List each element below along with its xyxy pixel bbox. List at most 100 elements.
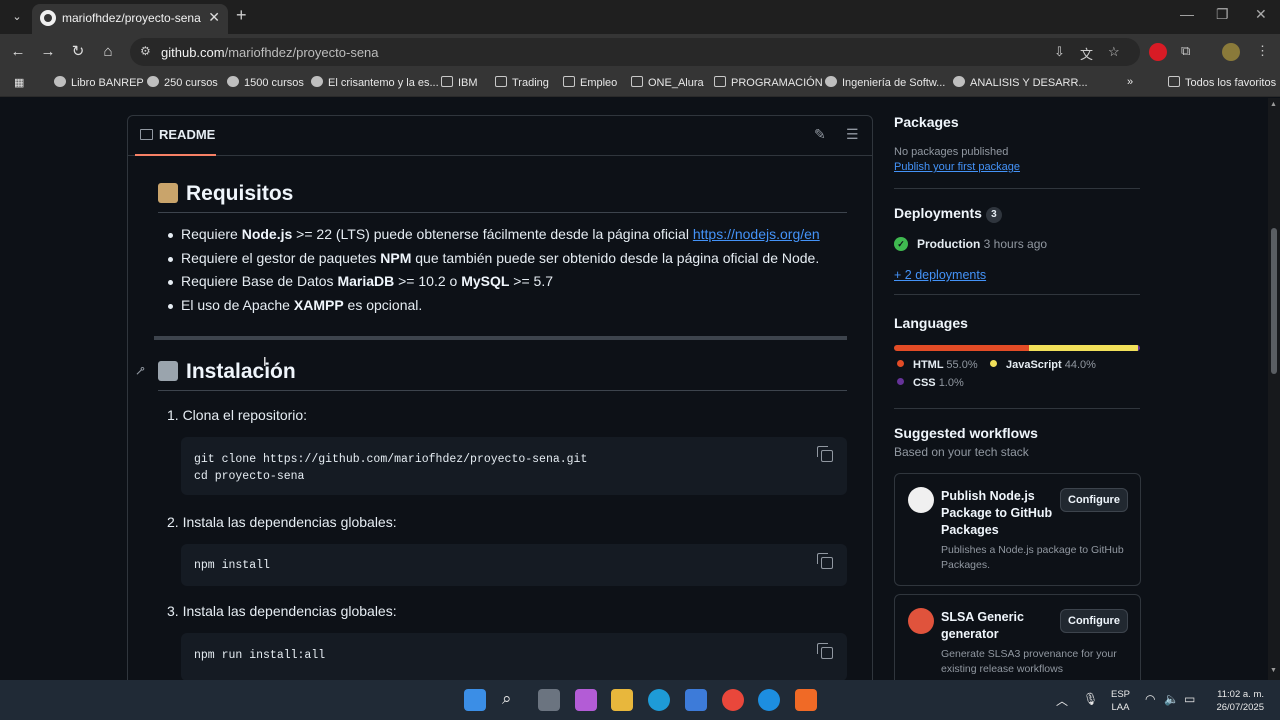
globe-icon [227,76,239,87]
readme-header: README ✎ ☰ [128,116,872,156]
language-javascript[interactable]: JavaScript 44.0% [990,359,1096,371]
workflow-description: Generate SLSA3 provenance for your exist… [941,648,1117,675]
sidebar-divider [894,408,1140,409]
globe-icon [311,76,323,87]
task-view-icon[interactable] [538,689,560,711]
workflow-card: Publish Node.js Package to GitHub Packag… [894,473,1141,586]
search-icon[interactable]: ⌕ [502,689,512,709]
reload-button[interactable]: ↻ [68,42,88,62]
all-bookmarks-folder[interactable]: Todos los favoritos [1168,76,1276,89]
configure-button[interactable]: Configure [1060,488,1128,512]
file-explorer-icon[interactable] [611,689,633,711]
profile-avatar[interactable] [1222,43,1240,61]
heading-divider [158,390,847,391]
deployments-title[interactable]: Deployments 3 [894,205,1002,223]
windows-start-icon[interactable] [464,689,486,711]
deployment-production[interactable]: Production 3 hours ago [917,237,1047,251]
browser-tab-strip: ⌄ mariofhdez/proyecto-sena ✕ + — ❐ ✕ [0,0,1280,34]
bookmark-item[interactable]: ANALISIS Y DESARR... [953,76,1088,89]
home-button[interactable]: ⌂ [98,42,118,62]
url-text[interactable]: github.com/mariofhdez/proyecto-sena [161,45,379,60]
more-bookmarks-icon[interactable]: » [1127,76,1133,88]
tools-emoji-icon [158,361,178,381]
edit-pencil-icon[interactable]: ✎ [814,126,826,143]
folder-icon [1168,76,1180,87]
bookmark-star-icon[interactable]: ☆ [1108,44,1120,60]
clock[interactable]: 11:02 a. m. 26/07/2025 [1206,688,1264,714]
close-window-button[interactable]: ✕ [1255,6,1267,23]
edge-icon[interactable] [648,689,670,711]
globe-icon [825,76,837,87]
browser-tab[interactable]: mariofhdez/proyecto-sena ✕ [32,4,228,34]
microphone-icon[interactable]: 🎙 [1083,692,1098,706]
battery-icon[interactable]: ▭ [1184,692,1195,706]
copy-icon[interactable] [817,446,833,462]
bookmark-item[interactable]: 250 cursos [147,76,218,89]
wifi-icon[interactable]: ◠ [1145,692,1155,706]
browser-menu-icon[interactable]: ⋮ [1256,43,1269,59]
language-html[interactable]: HTML 55.0% [897,359,978,371]
readme-tab[interactable]: README [140,127,215,142]
publish-package-link[interactable]: Publish your first package [894,161,1020,173]
show-hidden-icons[interactable]: ︿ [1056,692,1068,709]
language-css[interactable]: CSS 1.0% [897,377,964,389]
maximize-button[interactable]: ❐ [1216,6,1229,23]
workflow-name: SLSA Generic generator [941,610,1024,641]
scrollbar-thumb[interactable] [1271,228,1277,374]
apps-grid-icon[interactable]: ▦ [14,76,24,89]
scroll-up-icon[interactable]: ▲ [1270,101,1277,108]
workflows-subtitle: Based on your tech stack [894,445,1029,459]
language-bar [894,345,1140,351]
docker-icon[interactable] [758,689,780,711]
minimize-button[interactable]: — [1180,6,1194,22]
page-scrollbar[interactable]: ▲ ▼ [1268,98,1280,680]
code-text[interactable]: npm run install:all [194,647,325,664]
language-bar-segment [1029,345,1138,351]
bookmark-folder[interactable]: Trading [495,76,549,89]
address-bar[interactable]: ⚙ github.com/mariofhdez/proyecto-sena ⇩ … [130,38,1140,66]
code-text[interactable]: npm install [194,557,270,574]
site-info-icon[interactable]: ⚙ [140,44,151,58]
back-button[interactable]: ← [8,42,28,62]
text-cursor-icon: I [263,354,267,369]
translate-icon[interactable]: 文 [1080,44,1093,63]
extension-red-icon[interactable] [1149,43,1167,61]
configure-button[interactable]: Configure [1060,609,1128,633]
workflow-name: Publish Node.js Package to GitHub Packag… [941,489,1053,537]
close-tab-icon[interactable]: ✕ [208,9,220,26]
scroll-down-icon[interactable]: ▼ [1270,667,1277,674]
bookmark-folder[interactable]: IBM [441,76,478,89]
bookmark-folder[interactable]: Empleo [563,76,617,89]
xampp-icon[interactable] [795,689,817,711]
copilot-icon[interactable] [575,689,597,711]
list-item: Requiere el gestor de paquetes NPM que t… [162,250,820,274]
more-deployments-link[interactable]: + 2 deployments [894,268,986,282]
chrome-icon[interactable] [722,689,744,711]
workflow-card: SLSA Generic generator Generate SLSA3 pr… [894,594,1141,680]
language-color-dot [897,360,904,367]
outline-list-icon[interactable]: ☰ [846,126,859,143]
new-tab-button[interactable]: + [236,5,247,26]
tab-search-button[interactable]: ⌄ [6,7,28,27]
heading-requisitos: Requisitos [158,182,293,206]
extensions-puzzle-icon[interactable]: ⧉ [1181,43,1190,59]
bookmark-folder[interactable]: PROGRAMACIÓN [714,76,823,89]
bookmark-item[interactable]: 1500 cursos [227,76,304,89]
forward-button[interactable]: → [38,42,58,62]
input-language[interactable]: ESP LAA [1111,688,1130,714]
list-item: Requiere Base de Datos MariaDB >= 10.2 o… [162,273,820,297]
bookmark-item[interactable]: El crisantemo y la es... [311,76,439,89]
folder-icon [714,76,726,87]
copy-icon[interactable] [817,553,833,569]
bookmark-folder[interactable]: ONE_Alura [631,76,704,89]
volume-icon[interactable]: 🔈 [1164,692,1179,706]
nodejs-link[interactable]: https://nodejs.org/en [693,226,820,242]
bookmark-item[interactable]: Libro BANREP [54,76,144,89]
store-icon[interactable] [685,689,707,711]
install-app-icon[interactable]: ⇩ [1054,44,1065,60]
list-item: Requiere Node.js >= 22 (LTS) puede obten… [162,226,820,250]
code-text[interactable]: git clone https://github.com/mariofhdez/… [194,451,587,485]
step-label: 2. Instala las dependencias globales: [167,514,397,530]
bookmark-item[interactable]: Ingeniería de Softw... [825,76,945,89]
copy-icon[interactable] [817,643,833,659]
